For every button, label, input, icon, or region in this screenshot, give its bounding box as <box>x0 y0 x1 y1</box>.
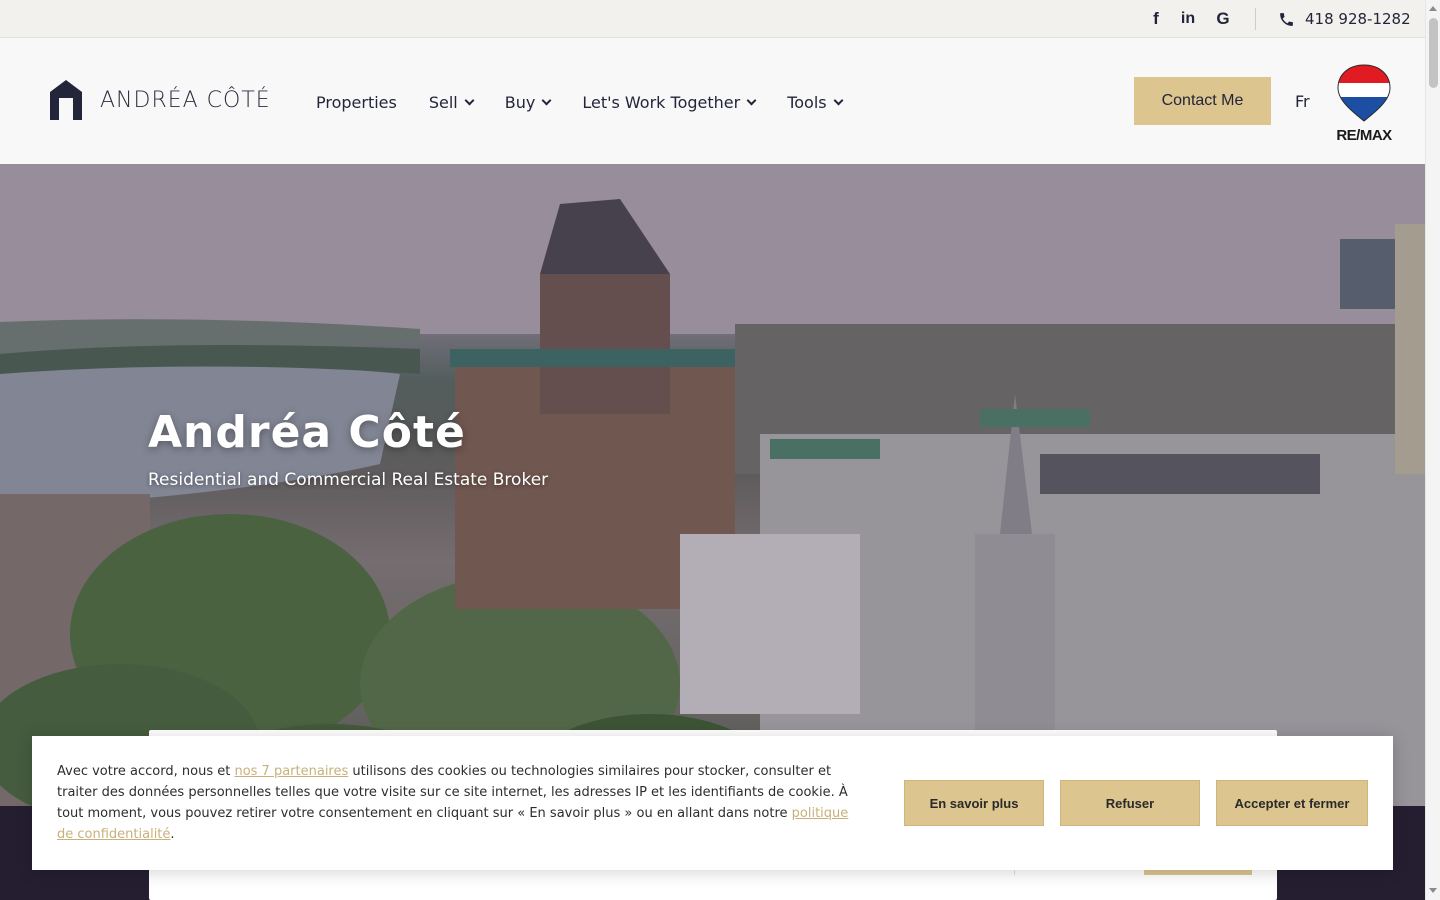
cookie-text-end: . <box>170 827 175 842</box>
chevron-down-icon <box>746 95 757 106</box>
nav-label: Sell <box>428 93 458 112</box>
nav-tools[interactable]: Tools <box>787 93 844 112</box>
phone-link[interactable]: 418 928-1282 <box>1278 8 1411 30</box>
partners-link[interactable]: nos 7 partenaires <box>234 764 348 779</box>
scroll-thumb[interactable] <box>1429 18 1438 88</box>
nav-label: Properties <box>316 93 397 112</box>
hero-subtitle: Residential and Commercial Real Estate B… <box>148 470 549 490</box>
main-nav: Properties Sell Buy Let's Work Together … <box>316 93 874 112</box>
nav-label: Let's Work Together <box>582 93 741 112</box>
facebook-icon[interactable]: f <box>1145 9 1167 29</box>
refuse-button[interactable]: Refuser <box>1060 780 1200 826</box>
chevron-down-icon <box>833 95 844 106</box>
cookie-consent-banner: Avec votre accord, nous et nos 7 partena… <box>32 736 1393 870</box>
page-scrollbar[interactable] <box>1425 0 1440 900</box>
hero-banner: Andréa Côté Residential and Commercial R… <box>0 164 1425 806</box>
chevron-down-icon <box>541 95 552 106</box>
language-toggle[interactable]: Fr <box>1295 92 1310 111</box>
house-logo-icon <box>50 80 82 120</box>
scroll-up-arrow-icon[interactable] <box>1429 6 1437 11</box>
nav-sell[interactable]: Sell <box>428 93 475 112</box>
nav-label: Tools <box>787 93 827 112</box>
cookie-text-intro: Avec votre accord, nous et <box>57 764 235 779</box>
nav-work-together[interactable]: Let's Work Together <box>582 93 757 112</box>
contact-me-button[interactable]: Contact Me <box>1134 77 1271 125</box>
phone-icon <box>1280 12 1293 26</box>
logo-wordmark: ANDRÉA CÔTÉ <box>100 87 271 113</box>
nav-buy[interactable]: Buy <box>504 93 552 112</box>
nav-properties[interactable]: Properties <box>316 93 397 112</box>
hero-title: Andréa Côté <box>148 407 466 458</box>
topbar-divider <box>1255 8 1256 30</box>
top-utility-bar: f in G 418 928-1282 <box>0 0 1425 38</box>
site-header: ANDRÉA CÔTÉ Properties Sell Buy Let's Wo… <box>0 38 1425 164</box>
learn-more-button[interactable]: En savoir plus <box>904 780 1044 826</box>
accept-close-button[interactable]: Accepter et fermer <box>1216 780 1368 826</box>
site-logo[interactable]: ANDRÉA CÔTÉ <box>48 78 271 122</box>
linkedin-icon[interactable]: in <box>1177 9 1199 29</box>
phone-number: 418 928-1282 <box>1305 10 1411 28</box>
google-icon[interactable]: G <box>1212 9 1234 29</box>
chevron-down-icon <box>464 95 475 106</box>
scroll-down-arrow-icon[interactable] <box>1429 888 1437 893</box>
nav-label: Buy <box>504 93 536 112</box>
remax-wordmark: RE/MAX <box>1336 127 1392 143</box>
remax-balloon-logo[interactable]: RE/MAX <box>1334 63 1394 143</box>
cookie-message: Avec votre accord, nous et nos 7 partena… <box>57 761 867 845</box>
